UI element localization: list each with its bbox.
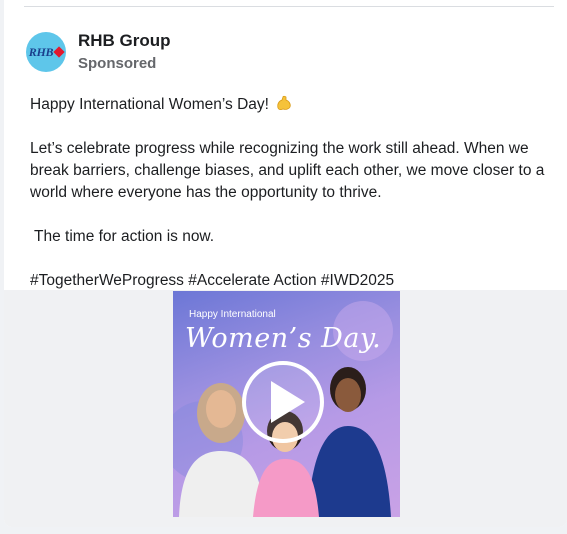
post-meta: RHB Group Sponsored	[78, 31, 171, 74]
media-area: Happy International Women’s Day.	[4, 290, 567, 527]
rhb-logo-icon	[53, 46, 65, 58]
flexed-biceps-icon	[277, 95, 291, 111]
rhb-logo-text: RHB	[28, 44, 54, 59]
avatar[interactable]: RHB	[26, 32, 66, 72]
hashtags[interactable]: #TogetherWeProgress #Accelerate Action #…	[30, 270, 550, 292]
page-name-link[interactable]: RHB Group	[78, 31, 171, 51]
video-thumbnail[interactable]: Happy International Women’s Day.	[173, 291, 400, 517]
top-divider	[24, 6, 554, 7]
play-icon	[271, 381, 305, 423]
post-text-body: Let’s celebrate progress while recognizi…	[30, 140, 545, 201]
greeting-text: Happy International Women’s Day!	[30, 96, 269, 113]
video-caption-small: Happy International	[189, 309, 276, 320]
post-header: RHB RHB Group Sponsored	[26, 30, 171, 74]
video-caption-script: Women’s Day.	[185, 323, 382, 354]
sponsored-label[interactable]: Sponsored	[78, 54, 171, 74]
post-text-cta: The time for action is now.	[30, 228, 215, 245]
post-text: Happy International Women’s Day! Let’s c…	[30, 94, 550, 292]
post-card: RHB RHB Group Sponsored Happy Internatio…	[4, 0, 567, 527]
post-text-line1: Happy International Women’s Day!	[30, 94, 550, 116]
